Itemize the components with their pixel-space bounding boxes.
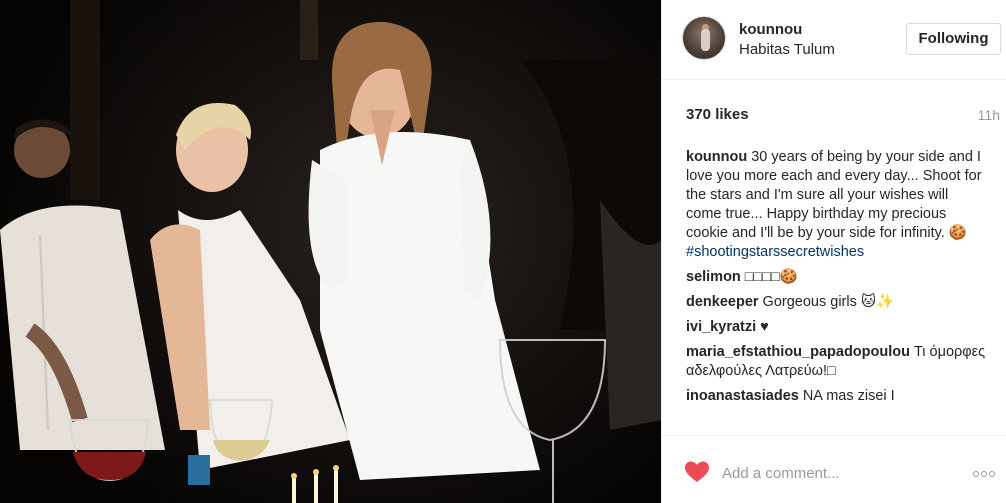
post-location[interactable]: Habitas Tulum	[739, 41, 835, 58]
likes-count[interactable]: 370 likes	[686, 106, 749, 123]
caption: kounnou 30 years of being by your side an…	[686, 148, 986, 262]
post-details-panel: kounnou Habitas Tulum Following 370 like…	[661, 0, 1006, 503]
comment-username[interactable]: selimon	[686, 269, 741, 285]
comment-text: NA mas zisei I	[802, 388, 895, 404]
post-username[interactable]: kounnou	[739, 21, 802, 38]
comment-username[interactable]: ivi_kyratzi	[686, 319, 756, 335]
comment-list: kounnou 30 years of being by your side an…	[686, 148, 986, 412]
post-photo[interactable]	[0, 0, 661, 503]
more-options-icon[interactable]	[973, 464, 1001, 478]
comment-item: denkeeper Gorgeous girls 🐱✨	[686, 293, 986, 312]
post-timestamp[interactable]: 11h	[978, 107, 1000, 123]
comment-item: maria_efstathiou_papadopoulou Τι όμορφες …	[686, 343, 986, 381]
comment-username[interactable]: maria_efstathiou_papadopoulou	[686, 344, 910, 360]
post-header: kounnou Habitas Tulum Following	[662, 0, 1006, 80]
comment-text: ♥	[760, 319, 769, 335]
caption-username[interactable]: kounnou	[686, 149, 747, 165]
comment-text: □□□□🍪	[744, 269, 798, 285]
add-comment-input[interactable]	[722, 462, 952, 484]
comment-item: inoanastasiades NA mas zisei I	[686, 387, 986, 406]
comment-username[interactable]: inoanastasiades	[686, 388, 799, 404]
following-button[interactable]: Following	[906, 23, 1001, 55]
post-footer	[662, 435, 1006, 503]
comment-item: ivi_kyratzi ♥	[686, 318, 986, 337]
avatar[interactable]	[682, 16, 726, 60]
photo-illustration	[0, 0, 661, 503]
comment-item: selimon □□□□🍪	[686, 268, 986, 287]
heart-icon[interactable]	[684, 460, 710, 484]
caption-hashtag[interactable]: #shootingstarssecretwishes	[686, 243, 986, 262]
comment-text: Gorgeous girls 🐱✨	[762, 294, 895, 310]
comment-username[interactable]: denkeeper	[686, 294, 759, 310]
avatar-figure	[701, 29, 710, 51]
